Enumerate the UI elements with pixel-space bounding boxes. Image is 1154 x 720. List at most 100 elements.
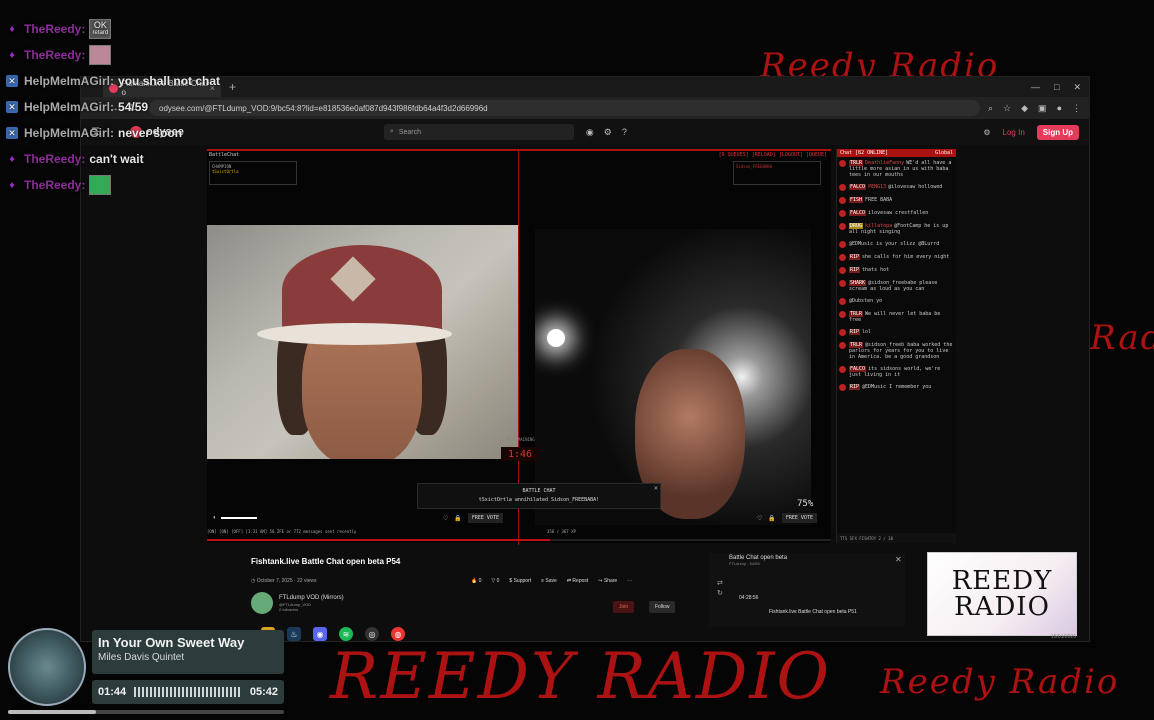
settings-icon[interactable]: ⚙	[983, 128, 990, 137]
volume-control[interactable]: ◐	[213, 515, 257, 521]
chat-footer[interactable]: TTS SFX FISHTOY 2 / 30	[837, 533, 956, 543]
like-button[interactable]: 🔥 0	[471, 578, 481, 584]
background-scrawl-right: Radio	[1090, 318, 1154, 358]
chat-scope[interactable]: Global	[935, 150, 953, 156]
light-flare	[547, 329, 565, 347]
free-vote-button[interactable]: FREE VOTE	[467, 513, 503, 523]
gear-icon[interactable]: ⚙	[604, 127, 612, 138]
menu-icon[interactable]: ⋮	[1072, 103, 1081, 114]
close-icon[interactable]: ✕	[895, 555, 902, 564]
chat-message-body: FISH FREE BABA	[849, 197, 892, 204]
chat-avatar[interactable]	[839, 160, 846, 167]
puzzle-icon[interactable]: ▣	[1038, 103, 1047, 114]
login-link[interactable]: Log In	[1003, 128, 1025, 137]
chat-badge: FALCO	[849, 210, 867, 216]
eye-icon[interactable]: ◉	[586, 127, 594, 138]
video-progress[interactable]	[207, 539, 831, 541]
chat-badge: RIP	[849, 254, 861, 260]
chat-avatar[interactable]	[839, 280, 846, 287]
chat-avatar[interactable]	[839, 329, 846, 336]
chat-avatar[interactable]	[839, 311, 846, 318]
playlist-subtitle: FTLdump - 54/59	[729, 561, 760, 566]
volume-icon[interactable]: ◐	[213, 515, 217, 521]
chat-avatar[interactable]	[839, 342, 846, 349]
maximize-icon[interactable]: □	[1054, 82, 1059, 93]
save-label: Save	[545, 578, 557, 584]
logo-line-2: RADIO	[954, 592, 1050, 622]
timer-label: 1.96 REMAINING	[501, 437, 535, 442]
battle-menu[interactable]: [9 QUEUES] [RELOAD] [LOGOUT] [QUEUE]	[719, 152, 827, 158]
heart-icon[interactable]: ♡	[757, 515, 762, 522]
more-icon[interactable]: ⋯	[627, 578, 632, 584]
chrome-icon[interactable]: ◍	[391, 627, 405, 641]
channel-name[interactable]: FTLdump VOD (Mirrors)	[279, 595, 344, 602]
xp-text: 356 / 367 XP	[547, 529, 576, 534]
chat-message: TRLR We will never let baba be free	[837, 308, 956, 326]
chat-message-body: RIP @EDMusic I remember you	[849, 384, 931, 391]
chat-text: FREE BABA	[865, 197, 893, 203]
video-player[interactable]: BattleChat [9 QUEUES] [RELOAD] [LOGOUT] …	[207, 149, 831, 545]
save-button[interactable]: ≡ Save	[541, 578, 557, 584]
join-button[interactable]: Join	[613, 601, 635, 613]
stream-chat-message: you shall not chat	[118, 74, 221, 88]
chat-avatar[interactable]	[839, 366, 846, 373]
free-vote-button[interactable]: FREE VOTE	[781, 513, 817, 523]
song-artist: Miles Davis Quintet	[98, 652, 185, 663]
playlist-item-title[interactable]: Fishtank.live Battle Chat open beta P51	[769, 609, 857, 615]
chat-message-body: RIP lol	[849, 329, 871, 336]
profile-icon[interactable]: ●	[1057, 103, 1062, 114]
volume-slider[interactable]	[220, 517, 257, 519]
chat-text: @EDMusic is your slizz @BLurrd	[849, 241, 940, 247]
stream-chat-user: HelpMeImAGirl:	[24, 74, 115, 88]
playlist-item-time: 04:28:56	[739, 595, 759, 601]
share-button[interactable]: ↪ Share	[598, 578, 617, 584]
follow-button[interactable]: Follow	[649, 601, 676, 613]
support-button[interactable]: $ Support	[509, 578, 531, 584]
close-window-icon[interactable]: ✕	[1073, 82, 1081, 93]
chat-username[interactable]: PENG13	[868, 184, 886, 190]
lock-icon[interactable]: 🔒	[454, 515, 461, 522]
chat-avatar[interactable]	[839, 223, 846, 230]
chat-avatar[interactable]	[839, 184, 846, 191]
chat-avatar[interactable]	[839, 197, 846, 204]
bookmark-star-icon[interactable]: ☆	[1003, 103, 1011, 114]
close-icon[interactable]: ✕	[654, 484, 658, 492]
search-input[interactable]: ⌕ Search	[383, 124, 574, 140]
lock-icon[interactable]: 🔒	[768, 515, 775, 522]
stream-chat-line: ♦ TheReedy: OK retard	[0, 16, 240, 42]
support-label: Support	[513, 578, 532, 584]
toast-body: tSxictOrtla annihilated Sidson_FREEBABA!	[478, 497, 600, 503]
chat-avatar[interactable]	[839, 267, 846, 274]
shuffle-icon[interactable]: ⇄	[717, 579, 723, 587]
chat-message-body: FALCO its sidsons world, we're just livin…	[849, 366, 954, 378]
chat-avatar[interactable]	[839, 254, 846, 261]
stream-chat-user: HelpMeImAGirl:	[24, 126, 115, 140]
repost-button[interactable]: ⇄ Repost	[567, 578, 588, 584]
cap-brim	[257, 323, 452, 345]
signup-button[interactable]: Sign Up	[1036, 124, 1079, 140]
song-progress-fill	[8, 710, 97, 714]
discord-icon[interactable]: ◉	[313, 627, 327, 641]
obs-icon[interactable]: ◎	[365, 627, 379, 641]
extension-icon[interactable]: ◆	[1021, 103, 1028, 114]
chat-message: RIP @EDMusic I remember you	[837, 381, 956, 394]
heart-icon[interactable]: ♡	[443, 515, 448, 522]
publish-icon: ◷	[251, 578, 256, 584]
chat-avatar[interactable]	[839, 384, 846, 391]
channel-avatar[interactable]	[251, 592, 273, 614]
loop-icon[interactable]: ↻	[717, 589, 723, 597]
zoom-icon[interactable]: ⌕	[988, 103, 993, 114]
chat-avatar[interactable]	[839, 298, 846, 305]
chat-avatar[interactable]	[839, 241, 846, 248]
help-icon[interactable]: ?	[622, 127, 627, 138]
chat-avatar[interactable]	[839, 210, 846, 217]
spotify-icon[interactable]: ≋	[339, 627, 353, 641]
url-field[interactable]: odysee.com/@FTLdump_VOD:9/bc54:8?lid=e81…	[149, 100, 980, 116]
battle-result-toast: BATTLE CHAT tSxictOrtla annihilated Sids…	[417, 483, 661, 509]
emote-image	[89, 175, 112, 195]
dislike-button[interactable]: ▽ 0	[491, 578, 499, 584]
chat-badge: RIP	[849, 329, 861, 335]
champion-vote: ♡ 🔒 FREE VOTE	[443, 513, 503, 523]
elapsed-time: 01:44	[98, 686, 127, 698]
minimize-icon[interactable]: —	[1031, 82, 1040, 93]
